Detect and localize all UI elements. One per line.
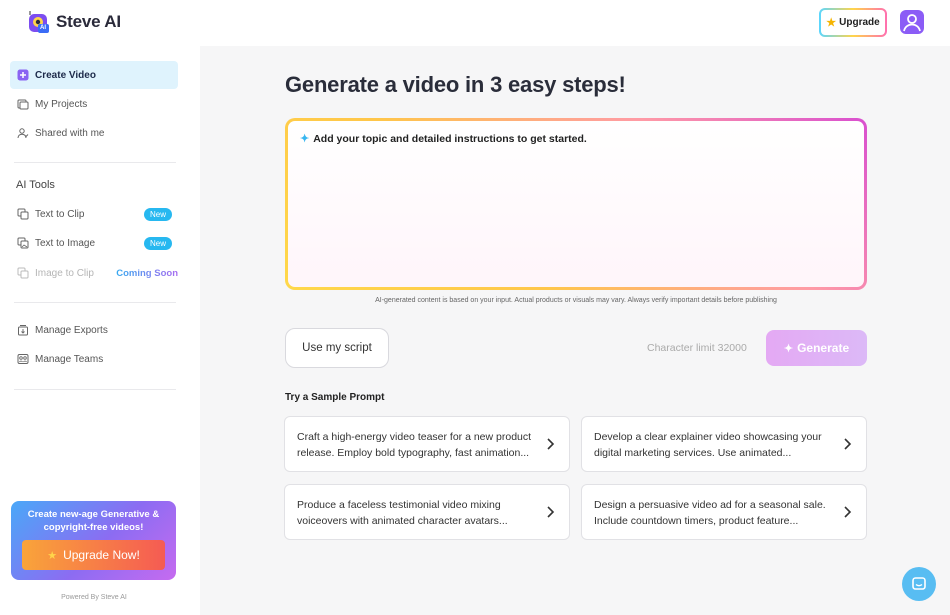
chevron-right-icon bbox=[844, 438, 852, 450]
use-my-script-button[interactable]: Use my script bbox=[285, 328, 389, 368]
star-icon: ★ bbox=[826, 17, 837, 29]
sample-prompt-heading: Try a Sample Prompt bbox=[285, 392, 385, 403]
sidebar-item-label: Manage Exports bbox=[35, 324, 108, 336]
coming-soon-label: Coming Soon bbox=[116, 267, 178, 279]
upgrade-label: Upgrade bbox=[839, 17, 880, 28]
new-badge: New bbox=[143, 207, 172, 221]
star-icon: ★ bbox=[47, 549, 58, 562]
sample-prompt-text: Design a persuasive video ad for a seaso… bbox=[594, 499, 826, 527]
generate-button[interactable]: ✦ Generate bbox=[766, 330, 867, 366]
users-icon bbox=[17, 127, 29, 139]
clip-icon bbox=[17, 208, 29, 220]
top-header: AI Steve AI ★ Upgrade bbox=[0, 0, 950, 46]
sample-prompt-text: Develop a clear explainer video showcasi… bbox=[594, 431, 822, 459]
sample-prompt-card[interactable]: Develop a clear explainer video showcasi… bbox=[581, 416, 867, 472]
new-badge: New bbox=[143, 236, 172, 250]
powered-by: Powered By Steve AI bbox=[61, 594, 127, 601]
sidebar-item-shared[interactable]: Shared with me bbox=[10, 119, 178, 147]
character-limit: Character limit 32000 bbox=[647, 342, 747, 354]
team-icon bbox=[17, 353, 29, 365]
sample-prompt-card[interactable]: Design a persuasive video ad for a seaso… bbox=[581, 484, 867, 540]
promo-text: Create new-age Generative & copyright-fr… bbox=[27, 509, 160, 533]
sidebar-divider bbox=[14, 162, 176, 163]
sidebar-item-text-to-clip[interactable]: Text to Clip New bbox=[10, 200, 178, 228]
sample-prompt-text: Craft a high-energy video teaser for a n… bbox=[297, 431, 532, 459]
user-icon bbox=[903, 14, 921, 32]
sidebar-item-my-projects[interactable]: My Projects bbox=[10, 90, 178, 118]
ai-tools-heading: AI Tools bbox=[16, 179, 55, 191]
sparkle-icon: ✦ bbox=[300, 133, 310, 145]
app-name: Steve AI bbox=[56, 12, 121, 31]
sidebar-divider bbox=[14, 389, 176, 390]
logo-badge: AI bbox=[40, 25, 46, 31]
sample-prompt-card[interactable]: Produce a faceless testimonial video mix… bbox=[284, 484, 570, 540]
user-avatar[interactable] bbox=[900, 10, 924, 34]
sidebar-item-label: Text to Clip bbox=[35, 208, 85, 220]
sidebar-divider bbox=[14, 302, 176, 303]
plus-square-icon bbox=[17, 69, 29, 81]
chevron-right-icon bbox=[547, 506, 555, 518]
sidebar-item-label: Manage Teams bbox=[35, 353, 104, 365]
sidebar-item-manage-teams[interactable]: Manage Teams bbox=[10, 345, 178, 373]
export-icon bbox=[17, 324, 29, 336]
sample-prompt-text: Produce a faceless testimonial video mix… bbox=[297, 499, 508, 527]
upgrade-now-button[interactable]: ★ Upgrade Now! bbox=[22, 540, 165, 570]
prompt-input[interactable]: ✦ Add your topic and detailed instructio… bbox=[285, 118, 867, 290]
sidebar-item-label: Create Video bbox=[35, 69, 96, 81]
chat-icon bbox=[912, 577, 926, 590]
sidebar-item-label: My Projects bbox=[35, 98, 88, 110]
generate-label: Generate bbox=[797, 341, 850, 355]
prompt-placeholder-row: ✦ Add your topic and detailed instructio… bbox=[300, 132, 587, 146]
sidebar-item-label: Text to Image bbox=[35, 237, 96, 249]
upgrade-now-label: Upgrade Now! bbox=[63, 548, 140, 562]
sidebar-item-create-video[interactable]: Create Video bbox=[10, 61, 178, 89]
sidebar-item-text-to-image[interactable]: Text to Image New bbox=[10, 229, 178, 257]
folder-icon bbox=[17, 98, 29, 110]
sparkle-icon: ✦ bbox=[783, 342, 794, 355]
sidebar-item-image-to-clip: Image to Clip Coming Soon bbox=[10, 259, 178, 287]
sidebar-item-label: Shared with me bbox=[35, 127, 105, 139]
ai-disclaimer: AI-generated content is based on your in… bbox=[375, 297, 777, 304]
logo[interactable]: AI Steve AI bbox=[26, 9, 121, 35]
chat-support-button[interactable] bbox=[902, 567, 936, 601]
sample-prompt-card[interactable]: Craft a high-energy video teaser for a n… bbox=[284, 416, 570, 472]
sidebar: Create Video My Projects Shared with me … bbox=[0, 46, 200, 615]
promo-card: Create new-age Generative & copyright-fr… bbox=[11, 501, 176, 580]
upgrade-button[interactable]: ★ Upgrade bbox=[819, 8, 887, 37]
page-title: Generate a video in 3 easy steps! bbox=[285, 72, 626, 97]
chevron-right-icon bbox=[547, 438, 555, 450]
chevron-right-icon bbox=[844, 506, 852, 518]
prompt-placeholder: Add your topic and detailed instructions… bbox=[313, 132, 587, 145]
image-icon bbox=[17, 237, 29, 249]
image-clip-icon bbox=[17, 267, 29, 279]
sidebar-item-label: Image to Clip bbox=[35, 267, 94, 279]
logo-icon: AI bbox=[26, 9, 52, 35]
sidebar-item-manage-exports[interactable]: Manage Exports bbox=[10, 316, 178, 344]
